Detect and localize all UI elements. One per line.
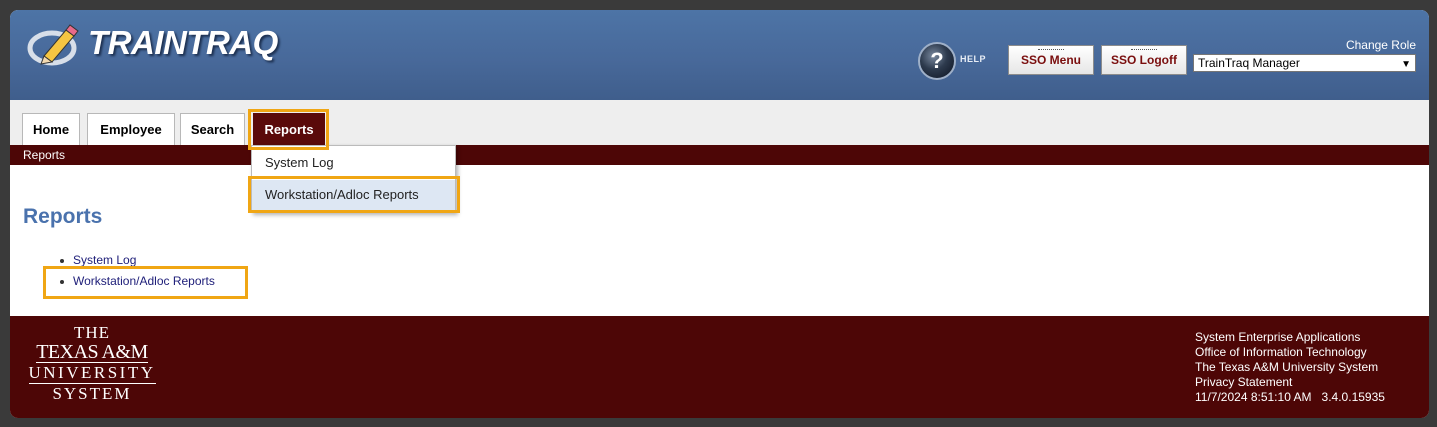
highlight-box-dropdown-item: [248, 176, 460, 213]
footer-oit: Office of Information Technology: [1195, 345, 1367, 359]
footer-sea: System Enterprise Applications: [1195, 330, 1361, 344]
help-label: HELP: [960, 54, 987, 64]
tamus-logo[interactable]: THE TEXAS A&M UNIVERSITY SYSTEM: [22, 324, 162, 404]
logo-line-texas-am: TEXAS A&M: [36, 341, 148, 363]
footer-tamus: The Texas A&M University System: [1195, 360, 1379, 374]
breadcrumb: Reports: [23, 148, 66, 162]
role-select-value: TrainTraq Manager: [1198, 56, 1300, 70]
question-icon: ?: [918, 42, 956, 80]
tab-search[interactable]: Search: [180, 113, 245, 146]
privacy-statement-link[interactable]: Privacy Statement: [1195, 375, 1385, 390]
page-title: Reports: [23, 205, 103, 228]
role-select[interactable]: TrainTraq Manager ▼: [1193, 54, 1416, 72]
logo-line-system: SYSTEM: [52, 384, 132, 403]
highlight-box-reports-tab: [248, 109, 329, 150]
traintraq-logo[interactable]: TRAINTRAQ: [26, 22, 286, 70]
sso-menu-button[interactable]: SSO Menu: [1008, 45, 1094, 75]
pencil-swoosh-icon: [27, 24, 79, 66]
chevron-down-icon: ▼: [1401, 59, 1411, 70]
header: TRAINTRAQ ? HELP SSO Menu SSO Logoff Cha…: [10, 10, 1429, 100]
tab-home[interactable]: Home: [22, 113, 80, 146]
footer-info: System Enterprise Applications Office of…: [1195, 330, 1385, 405]
change-role-label: Change Role: [1345, 38, 1416, 52]
breadcrumb-bar: Reports: [10, 145, 1429, 165]
timestamp-version: 11/7/2024 8:51:10 AM 3.4.0.15935: [1195, 390, 1385, 404]
logo-line-university: UNIVERSITY: [28, 363, 156, 384]
tab-bar: Home Employee Search Reports: [10, 100, 1429, 146]
menu-item-system-log[interactable]: System Log: [252, 148, 455, 178]
help-button[interactable]: ? HELP: [918, 42, 994, 80]
sso-logoff-button[interactable]: SSO Logoff: [1101, 45, 1187, 75]
brand-name: TRAINTRAQ: [88, 24, 278, 61]
footer: THE TEXAS A&M UNIVERSITY SYSTEM System E…: [10, 316, 1429, 418]
app-window: TRAINTRAQ ? HELP SSO Menu SSO Logoff Cha…: [10, 10, 1429, 418]
tab-employee[interactable]: Employee: [87, 113, 175, 146]
logo-line-the: THE: [73, 323, 111, 342]
highlight-box-link: [43, 266, 248, 299]
